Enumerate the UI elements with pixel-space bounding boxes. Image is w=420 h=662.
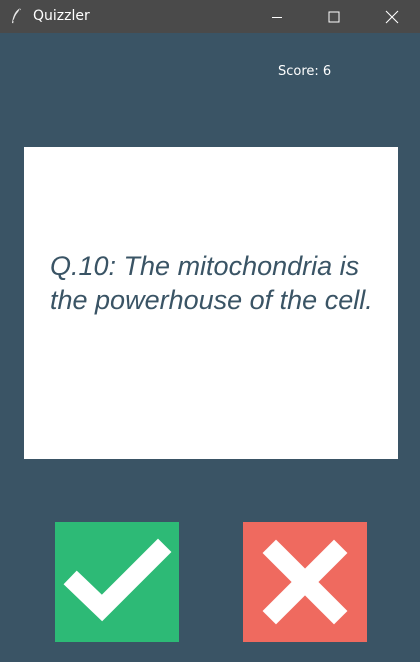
maximize-icon	[328, 11, 340, 23]
score-label: Score: 6	[278, 64, 332, 79]
close-icon	[385, 10, 399, 24]
checkmark-icon	[55, 522, 179, 642]
true-button[interactable]	[55, 522, 179, 642]
question-text: Q.10: The mitochondria is the powerhouse…	[50, 251, 373, 315]
minimize-button[interactable]	[249, 0, 305, 33]
title-bar: Quizzler	[0, 0, 420, 33]
minimize-icon	[271, 11, 283, 23]
window-title: Quizzler	[33, 8, 90, 24]
question-card: Q.10: The mitochondria is the powerhouse…	[24, 147, 398, 459]
cross-icon	[243, 522, 367, 642]
maximize-button[interactable]	[306, 0, 362, 33]
close-button[interactable]	[364, 0, 420, 33]
feather-icon	[8, 7, 24, 25]
false-button[interactable]	[243, 522, 367, 642]
